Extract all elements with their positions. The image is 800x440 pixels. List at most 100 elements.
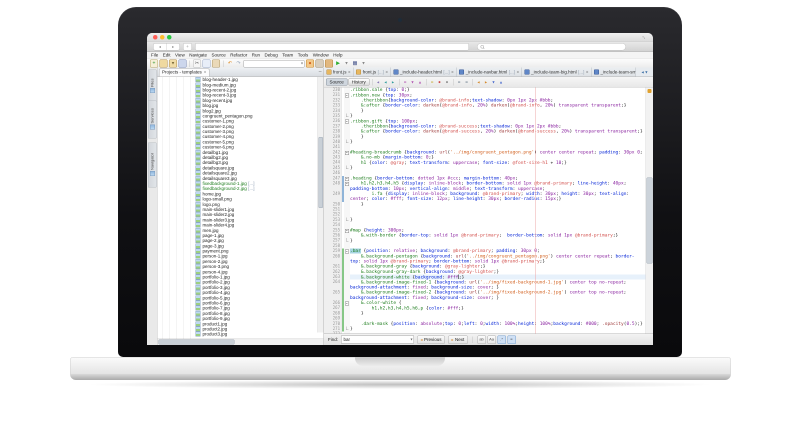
next-bookmark-icon[interactable]: ▾ (490, 79, 497, 86)
back-icon[interactable]: ◂ (382, 79, 389, 86)
code-editor[interactable]: 230.ribbon.sale {top: 0;}231.ribbon.new … (324, 88, 653, 334)
menu-item-window[interactable]: Window (313, 53, 329, 58)
menu-item-source[interactable]: Source (211, 53, 225, 58)
shift-left-icon[interactable]: ◂ (475, 79, 482, 86)
scrollbar-thumb[interactable] (159, 340, 235, 345)
source-view-button[interactable]: Source (326, 79, 347, 86)
prev-bookmark-icon[interactable]: ▴ (498, 79, 505, 86)
find-match-case-toggle[interactable]: Aa (487, 335, 496, 344)
sidebar-tab-navigator[interactable]: Navigator (148, 143, 157, 188)
new-tab-button[interactable]: + (183, 43, 192, 51)
editor-tab--include-team-big-html[interactable]: _include-team-big.html[...]× (522, 68, 591, 77)
menu-item-file[interactable]: File (151, 53, 158, 58)
last-edit-icon[interactable]: ◂ (375, 79, 382, 86)
find-wrap-toggle[interactable]: ≡ (507, 335, 516, 344)
editor-tab--include-navbar-html[interactable]: _include-navbar.html[...]× (457, 68, 522, 77)
forward-icon[interactable]: ▸ (390, 79, 397, 86)
new-project-icon[interactable] (160, 60, 168, 68)
sidebar-tab-services[interactable]: Services (148, 101, 157, 139)
code-line[interactable]: 257} (324, 238, 653, 243)
code-line[interactable]: 272 (324, 332, 653, 334)
run-dropdown-icon[interactable]: ▾ (343, 60, 350, 67)
toolbar-separator (399, 79, 400, 86)
menu-item-view[interactable]: View (175, 53, 185, 58)
record-macro-icon[interactable]: ● (436, 79, 443, 86)
toggle-highlight-icon[interactable]: ≡ (429, 79, 436, 86)
find-next-button[interactable]: ▸ Next (448, 335, 468, 344)
history-view-button[interactable]: History (348, 79, 369, 86)
window-icon (150, 88, 155, 93)
uncomment-icon[interactable]: ≡ (463, 79, 470, 86)
close-tab-icon[interactable]: × (451, 70, 454, 75)
back-button[interactable]: ◂ (154, 44, 167, 51)
find-bar: Find: bar ◂ Previous ▸ Next abAa.*≡ (324, 334, 653, 346)
menu-item-refactor[interactable]: Refactor (230, 53, 247, 58)
tree-indent-guide (170, 77, 171, 339)
minimize-icon[interactable]: – (319, 69, 322, 75)
copy-icon[interactable] (203, 60, 211, 68)
code-line[interactable]: 240} (324, 139, 653, 144)
code-line[interactable]: 253} (324, 217, 653, 222)
run-macro-icon[interactable]: ● (444, 79, 451, 86)
editor-scrollbar-thumb[interactable] (647, 178, 653, 264)
find-selection-icon[interactable]: ≡ (402, 79, 409, 86)
menu-item-tools[interactable]: Tools (298, 53, 309, 58)
comment-icon[interactable]: ≡ (456, 79, 463, 86)
undo-icon[interactable]: ↶ (227, 60, 234, 67)
find-highlight-toggle[interactable]: ab (477, 335, 486, 344)
close-tab-icon[interactable]: × (348, 70, 351, 75)
error-stripe[interactable] (646, 88, 654, 334)
find-previous-button[interactable]: ◂ Previous (417, 335, 445, 344)
scrollbar-thumb[interactable] (319, 137, 324, 208)
close-tab-icon[interactable]: × (385, 70, 388, 75)
menu-item-edit[interactable]: Edit (163, 53, 171, 58)
tree-vertical-scrollbar[interactable] (318, 77, 324, 333)
find-previous-icon[interactable]: ▴ (417, 79, 424, 86)
tab-overflow-buttons[interactable]: ◂▾ (636, 68, 654, 77)
editor-tab-front-js[interactable]: front.js[...]× (354, 68, 391, 77)
open-project-icon[interactable]: ▾ (169, 60, 177, 68)
code-line[interactable]: 250 } (324, 202, 653, 207)
clean-build-project-icon[interactable] (325, 60, 333, 68)
editor-tab-front-js[interactable]: front.js× (324, 68, 354, 77)
menu-item-help[interactable]: Help (333, 53, 342, 58)
code-line[interactable]: 271} (324, 326, 653, 331)
tree-item[interactable]: product3.jpg (158, 332, 324, 337)
code-line[interactable]: 245} (324, 165, 653, 170)
close-icon[interactable]: × (204, 70, 207, 75)
tab-projects[interactable]: Projects - templates× (159, 69, 209, 77)
tree-horizontal-scrollbar[interactable] (158, 339, 324, 346)
fullscreen-icon[interactable]: ↔ (640, 33, 648, 41)
save-all-icon[interactable] (179, 60, 187, 68)
configuration-combo[interactable] (244, 60, 305, 68)
find-input[interactable]: bar (341, 336, 414, 344)
editor-tab--include-header-html[interactable]: _include-header.html[...]× (391, 68, 457, 77)
find-regex-toggle[interactable]: .* (497, 335, 506, 344)
close-window-button[interactable] (153, 35, 158, 40)
close-tab-icon[interactable]: × (517, 70, 520, 75)
forward-button[interactable]: ▸ (167, 44, 180, 51)
cut-icon[interactable]: ✂ (193, 60, 201, 68)
search-icon (481, 45, 485, 49)
paste-icon[interactable] (212, 60, 220, 68)
code-line[interactable]: 268 } (324, 311, 653, 316)
new-file-icon[interactable]: + (150, 60, 158, 68)
find-next-icon[interactable]: ▾ (409, 79, 416, 86)
menu-item-run[interactable]: Run (252, 53, 260, 58)
menu-item-navigate[interactable]: Navigate (189, 53, 207, 58)
menu-item-team[interactable]: Team (282, 53, 293, 58)
profile-dropdown-icon[interactable]: ▾ (360, 60, 367, 67)
profile-project-icon[interactable]: ▦ (352, 60, 359, 67)
zoom-window-button[interactable] (167, 35, 172, 40)
address-field[interactable] (195, 43, 469, 51)
redo-icon[interactable]: ↷ (235, 60, 242, 67)
minimize-window-button[interactable] (160, 35, 165, 40)
close-tab-icon[interactable]: × (586, 70, 589, 75)
ide-update-icon[interactable]: ● (306, 60, 314, 68)
menu-item-debug[interactable]: Debug (264, 53, 277, 58)
build-project-icon[interactable] (316, 60, 324, 68)
run-project-icon[interactable]: ▶ (335, 60, 342, 67)
shift-right-icon[interactable]: ▸ (483, 79, 490, 86)
sidebar-tab-files[interactable]: Files (148, 70, 157, 104)
search-field[interactable] (477, 43, 626, 51)
